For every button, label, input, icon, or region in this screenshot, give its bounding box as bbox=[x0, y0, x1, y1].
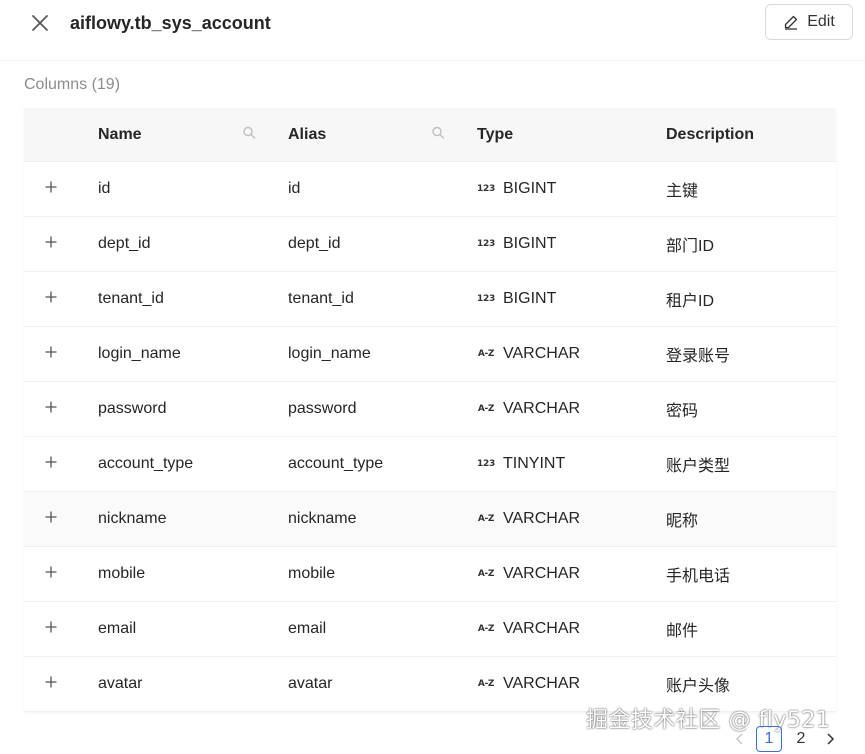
text-type-icon: A-Z bbox=[477, 624, 495, 634]
cell-alias: email bbox=[288, 620, 327, 637]
table-detail-panel: aiflowy.tb_sys_account Edit Columns (19)… bbox=[0, 0, 865, 754]
cell-type: BIGINT bbox=[503, 290, 557, 307]
table-row: mobile mobile A-Z VARCHAR 手机电话 bbox=[24, 547, 836, 602]
text-type-icon: A-Z bbox=[477, 679, 495, 689]
cell-type: VARCHAR bbox=[503, 565, 581, 582]
table-row: login_name login_name A-Z VARCHAR 登录账号 bbox=[24, 327, 836, 382]
text-type-icon: A-Z bbox=[477, 404, 495, 414]
expand-plus-icon[interactable] bbox=[44, 180, 58, 199]
cell-name: id bbox=[98, 180, 111, 197]
cell-type: VARCHAR bbox=[503, 510, 581, 527]
cell-alias: dept_id bbox=[288, 235, 341, 252]
cell-type: VARCHAR bbox=[503, 620, 581, 637]
expand-plus-icon[interactable] bbox=[44, 345, 58, 364]
cell-name: avatar bbox=[98, 675, 143, 692]
cell-name: tenant_id bbox=[98, 290, 164, 307]
edit-button-label: Edit bbox=[807, 13, 835, 30]
cell-description: 手机电话 bbox=[666, 568, 731, 585]
expand-plus-icon[interactable] bbox=[44, 675, 58, 694]
expand-plus-icon[interactable] bbox=[44, 455, 58, 474]
table-row: account_type account_type 123 TINYINT 账户类… bbox=[24, 437, 836, 492]
cell-type: BIGINT bbox=[503, 235, 557, 252]
cell-name: email bbox=[98, 620, 137, 637]
type-header-cell: Type bbox=[477, 126, 666, 144]
cell-type: BIGINT bbox=[503, 180, 557, 197]
table-row: password password A-Z VARCHAR 密码 bbox=[24, 382, 836, 437]
cell-alias: login_name bbox=[288, 345, 371, 362]
alias-header-cell: Alias bbox=[288, 126, 477, 144]
name-header-label: Name bbox=[98, 125, 142, 143]
cell-name: account_type bbox=[98, 455, 194, 472]
cell-description: 账户类型 bbox=[666, 458, 731, 475]
alias-search-icon[interactable] bbox=[431, 125, 445, 144]
cell-alias: password bbox=[288, 400, 357, 417]
cell-description: 密码 bbox=[666, 403, 699, 420]
prev-page-icon[interactable] bbox=[730, 726, 750, 752]
columns-count-label: Columns (19) bbox=[24, 76, 121, 93]
name-search-icon[interactable] bbox=[242, 125, 256, 144]
edit-button[interactable]: Edit bbox=[765, 4, 853, 40]
cell-alias: id bbox=[288, 180, 301, 197]
number-type-icon: 123 bbox=[477, 239, 495, 249]
expand-plus-icon[interactable] bbox=[44, 400, 58, 419]
table-row: nickname nickname A-Z VARCHAR 昵称 bbox=[24, 492, 836, 547]
number-type-icon: 123 bbox=[477, 294, 495, 304]
cell-type: VARCHAR bbox=[503, 675, 581, 692]
table-row: tenant_id tenant_id 123 BIGINT 租户ID bbox=[24, 272, 836, 327]
table-row: email email A-Z VARCHAR 邮件 bbox=[24, 602, 836, 657]
next-page-icon[interactable] bbox=[820, 726, 840, 752]
cell-alias: tenant_id bbox=[288, 290, 354, 307]
cell-alias: nickname bbox=[288, 510, 357, 527]
expand-plus-icon[interactable] bbox=[44, 510, 58, 529]
cell-name: mobile bbox=[98, 565, 146, 582]
cell-name: dept_id bbox=[98, 235, 151, 252]
cell-type: VARCHAR bbox=[503, 400, 581, 417]
cell-name: login_name bbox=[98, 345, 181, 362]
pagination: 1 2 bbox=[730, 726, 840, 752]
cell-description: 主键 bbox=[666, 183, 699, 200]
expand-plus-icon[interactable] bbox=[44, 235, 58, 254]
cell-description: 租户ID bbox=[666, 293, 715, 310]
expand-plus-icon[interactable] bbox=[44, 290, 58, 309]
text-type-icon: A-Z bbox=[477, 349, 495, 359]
table-header: Name Alias Type Description bbox=[24, 108, 836, 162]
columns-table: Name Alias Type Description id id 123 BI… bbox=[24, 108, 836, 712]
description-header-label: Description bbox=[666, 125, 755, 143]
cell-description: 登录账号 bbox=[666, 348, 731, 365]
type-header-label: Type bbox=[477, 125, 514, 143]
panel-header: aiflowy.tb_sys_account Edit bbox=[0, 0, 865, 61]
name-header-cell: Name bbox=[98, 126, 288, 144]
expand-plus-icon[interactable] bbox=[44, 620, 58, 639]
cell-alias: account_type bbox=[288, 455, 384, 472]
cell-description: 邮件 bbox=[666, 623, 699, 640]
cell-description: 部门ID bbox=[666, 238, 715, 255]
page-item-2[interactable]: 2 bbox=[788, 726, 814, 752]
cell-description: 账户头像 bbox=[666, 678, 731, 695]
number-type-icon: 123 bbox=[477, 184, 495, 194]
cell-name: nickname bbox=[98, 510, 167, 527]
cell-alias: avatar bbox=[288, 675, 333, 692]
text-type-icon: A-Z bbox=[477, 569, 495, 579]
alias-header-label: Alias bbox=[288, 125, 327, 143]
page-item-1[interactable]: 1 bbox=[756, 726, 782, 752]
expand-plus-icon[interactable] bbox=[44, 565, 58, 584]
cell-description: 昵称 bbox=[666, 513, 699, 530]
table-row: dept_id dept_id 123 BIGINT 部门ID bbox=[24, 217, 836, 272]
cell-type: TINYINT bbox=[503, 455, 566, 472]
cell-type: VARCHAR bbox=[503, 345, 581, 362]
page-title: aiflowy.tb_sys_account bbox=[70, 13, 271, 33]
text-type-icon: A-Z bbox=[477, 514, 495, 524]
cell-name: password bbox=[98, 400, 167, 417]
cell-alias: mobile bbox=[288, 565, 336, 582]
number-type-icon: 123 bbox=[477, 459, 495, 469]
close-icon[interactable] bbox=[28, 11, 52, 35]
edit-icon bbox=[783, 14, 799, 30]
description-header-cell: Description bbox=[666, 126, 836, 144]
table-row: id id 123 BIGINT 主键 bbox=[24, 162, 836, 217]
